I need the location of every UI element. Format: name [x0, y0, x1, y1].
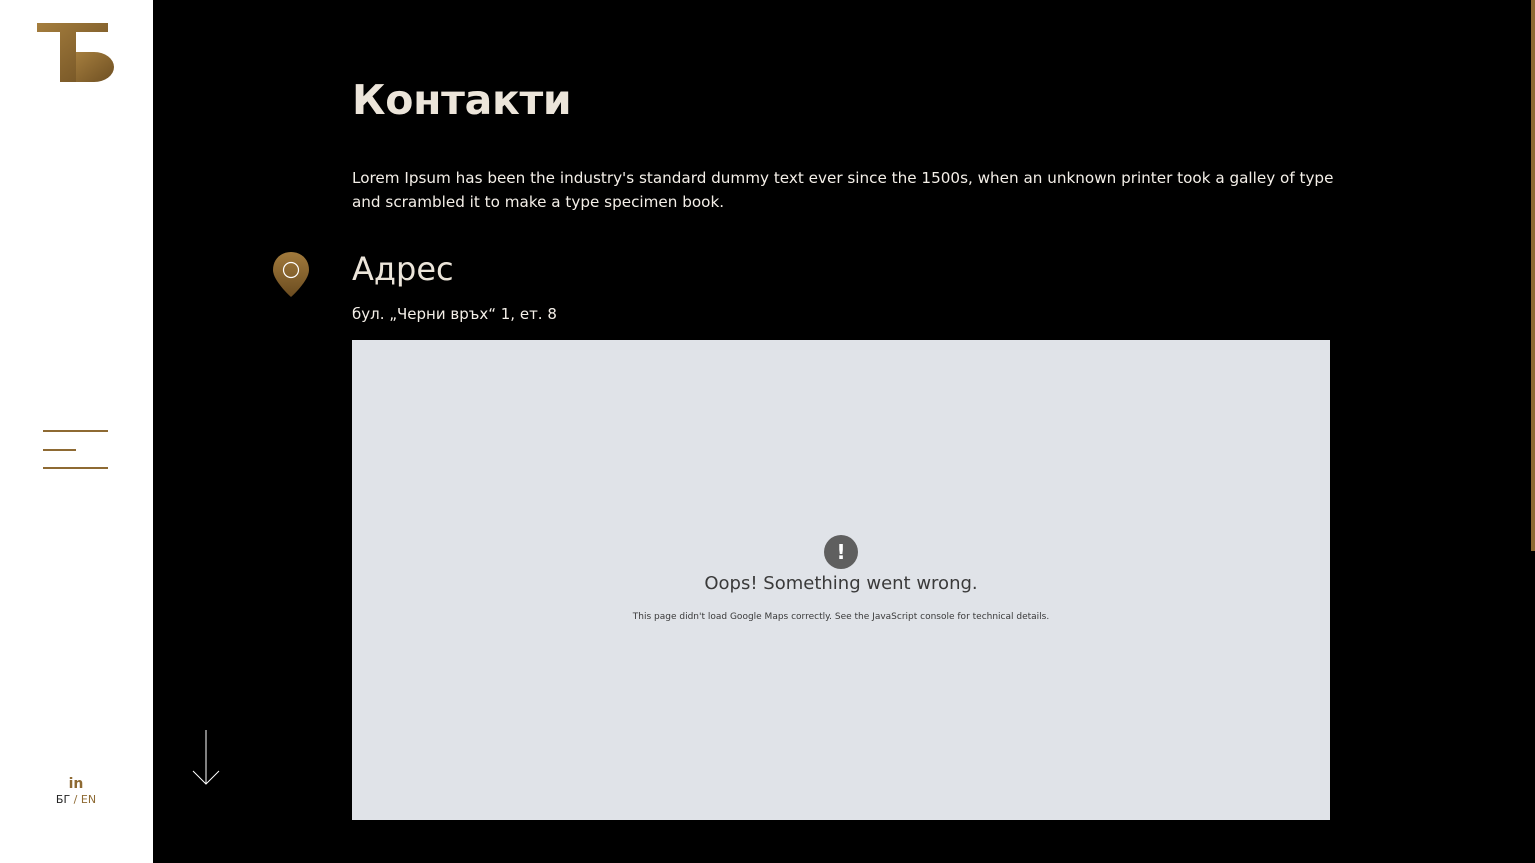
address-heading: Адрес — [352, 250, 454, 288]
map-error-title: Oops! Something went wrong. — [704, 573, 978, 594]
scrollbar-accent — [1531, 0, 1535, 551]
logo-icon[interactable] — [36, 22, 116, 84]
hamburger-line — [43, 467, 108, 469]
menu-button[interactable] — [43, 428, 109, 472]
intro-text: Lorem Ipsum has been the industry's stan… — [352, 169, 1334, 211]
lang-separator: / — [73, 793, 78, 806]
google-map[interactable]: ! Oops! Something went wrong. This page … — [352, 340, 1330, 820]
arrow-down-icon[interactable] — [191, 728, 221, 788]
hamburger-icon — [43, 430, 108, 432]
location-pin-icon — [273, 252, 309, 297]
lang-bg-link[interactable]: БГ — [56, 793, 70, 806]
map-error-description: This page didn't load Google Maps correc… — [632, 612, 1050, 622]
page-title: Контакти — [352, 76, 572, 124]
language-switcher: БГ / EN — [40, 793, 112, 806]
linkedin-icon[interactable]: in — [66, 776, 86, 792]
sidebar: in БГ / EN — [0, 0, 153, 863]
address-text: бул. „Черни връх“ 1, ет. 8 — [352, 305, 557, 323]
hamburger-line — [43, 449, 76, 451]
lang-en-link[interactable]: EN — [81, 793, 96, 806]
error-icon: ! — [824, 535, 858, 569]
